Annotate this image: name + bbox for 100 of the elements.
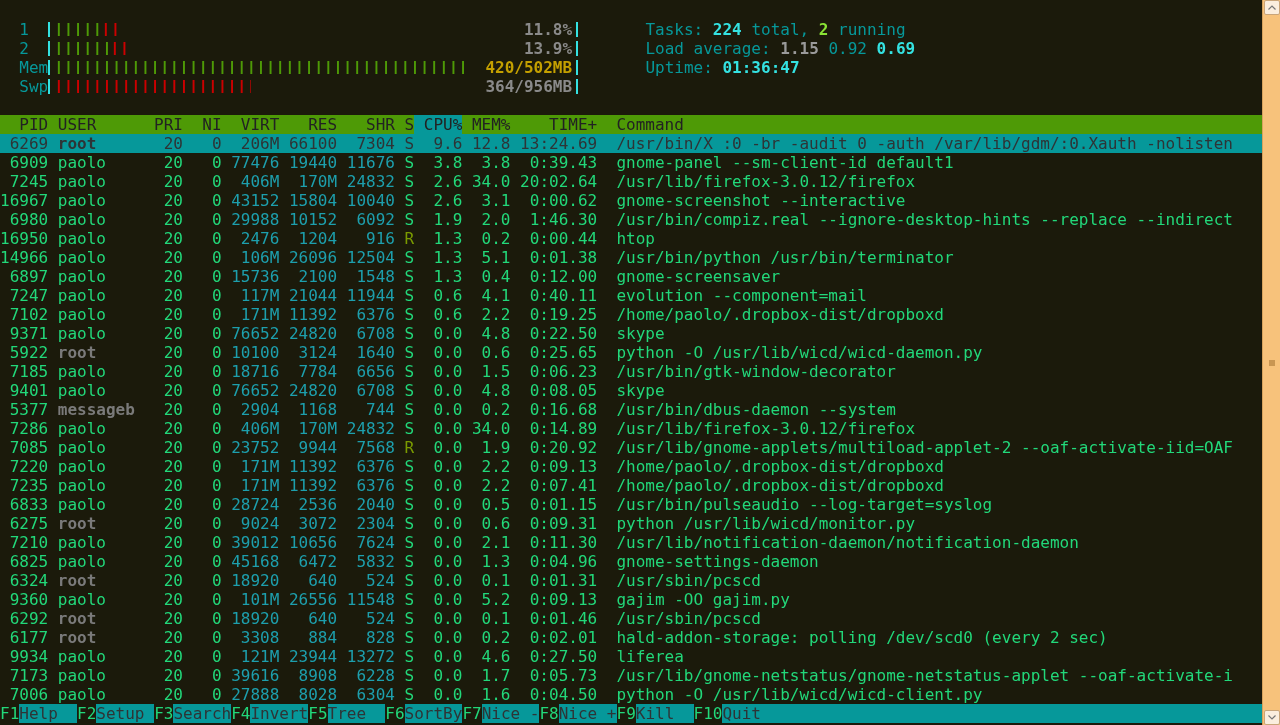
process-row[interactable]: 6897 paolo 20 0 15736 2100 1548 S 1.3 0.4 0:12.00 gnome-screensaver <box>0 267 1262 286</box>
table-cell-text: 6324 <box>8 571 49 590</box>
process-row[interactable]: 7286 paolo 20 0 406M 170M 24832 S 0.0 34.0 0:14.89 /usr/lib/firefox-3.0.12/firefox <box>0 419 1262 438</box>
process-row[interactable]: 6833 paolo 20 0 28724 2536 2040 S 0.0 0.5 0:01.15 /usr/bin/pulseaudio --log-target=syslog <box>0 495 1262 514</box>
process-row[interactable]: 6324 root 20 0 18920 640 524 S 0.0 0.1 0:01.31 /usr/sbin/pcscd <box>0 571 1262 590</box>
function-key: F1 <box>0 704 20 723</box>
table-cell: S <box>404 400 415 419</box>
function-button[interactable]: Quit <box>722 704 1262 723</box>
table-cell-text: 0 <box>210 419 222 438</box>
process-row[interactable]: 9360 paolo 20 0 101M 26556 11548 S 0.0 5.2 0:09.13 gajim -OO gajim.py <box>0 590 1262 609</box>
function-key: F5 <box>308 704 328 723</box>
process-row[interactable]: 6275 root 20 0 9024 3072 2304 S 0.0 0.6 0:09.31 python /usr/lib/wicd/monitor.py <box>0 514 1262 533</box>
process-row[interactable]: 9401 paolo 20 0 76652 24820 6708 S 0.0 4.8 0:08.05 skype <box>0 381 1262 400</box>
table-cell-text: 19440 <box>287 153 338 172</box>
process-row[interactable]: 6909 paolo 20 0 77476 19440 11676 S 3.8 3.8 0:39.43 gnome-panel --sm-client-id default1 <box>0 153 1262 172</box>
function-button[interactable]: Nice + <box>558 704 617 723</box>
process-row[interactable]: 7220 paolo 20 0 171M 11392 6376 S 0.0 2.2 0:09.13 /home/paolo/.dropbox-dist/dropboxd <box>0 457 1262 476</box>
table-cell-text: 20 <box>162 514 183 533</box>
column-header[interactable]: NI <box>183 115 222 134</box>
tasks-label: Tasks: <box>645 20 704 39</box>
process-row[interactable]: 9934 paolo 20 0 121M 23944 13272 S 0.0 4.6 0:27.50 liferea <box>0 647 1262 666</box>
meter-label: 2 <box>19 39 30 58</box>
grip-icon[interactable] <box>1268 359 1275 366</box>
scrollbar[interactable] <box>1262 0 1280 725</box>
process-row[interactable]: 7006 paolo 20 0 27888 8028 6304 S 0.0 1.6 0:04.50 python -O /usr/lib/wicd/wicd-client.py <box>0 685 1262 704</box>
function-button[interactable]: Nice - <box>481 704 540 723</box>
column-header[interactable]: SHR <box>337 115 395 134</box>
table-cell-text: 2.2 <box>480 457 511 476</box>
table-cell-text: 0:09.13 <box>528 590 598 609</box>
function-button[interactable]: SortBy <box>404 704 463 723</box>
scroll-up-button[interactable] <box>1263 0 1280 15</box>
process-row[interactable]: 6269 root 20 0 206M 66100 7304 S 9.6 12.8 13:24.69 /usr/bin/X :0 -br -audit 0 -auth /var/lib/gdm/:0.Xauth -nolisten <box>0 134 1262 153</box>
table-cell-text: 39616 <box>230 666 280 685</box>
table-cell-text: 7304 <box>355 134 395 153</box>
table-cell-text: 20 <box>162 666 183 685</box>
table-cell-text: 0 <box>210 134 222 153</box>
table-cell-text: 7784 <box>297 362 338 381</box>
column-header[interactable]: TIME+ <box>510 115 598 134</box>
process-row[interactable]: 6980 paolo 20 0 29988 10152 6092 S 1.9 2.0 1:46.30 /usr/bin/compiz.real --ignore-desktop-hints --replace --indirect <box>0 210 1262 229</box>
process-row[interactable]: 6177 root 20 0 3308 884 828 S 0.0 0.2 0:02.01 hald-addon-storage: polling /dev/scd0 (every 2 sec) <box>0 628 1262 647</box>
table-cell-text: 0:04.50 <box>528 685 598 704</box>
table-cell-text: 2040 <box>355 495 395 514</box>
table-cell: S <box>404 210 415 229</box>
table-cell-text: 0.0 <box>432 514 463 533</box>
process-row[interactable]: 5922 root 20 0 10100 3124 1640 S 0.0 0.6 0:25.65 python -O /usr/lib/wicd/wicd-daemon.py <box>0 343 1262 362</box>
function-button[interactable]: Help <box>19 704 78 723</box>
function-key: F6 <box>385 704 405 723</box>
function-button[interactable]: Tree <box>327 704 386 723</box>
process-row[interactable]: 7085 paolo 20 0 23752 9944 7568 R 0.0 1.9 0:20.92 /usr/lib/gnome-applets/multiload-applet-2 --oaf-activate-iid=OAF <box>0 438 1262 457</box>
function-button[interactable]: Kill <box>635 704 694 723</box>
process-row[interactable]: 7210 paolo 20 0 39012 10656 7624 S 0.0 2.1 0:11.30 /usr/lib/notification-daemon/notification-daemon <box>0 533 1262 552</box>
table-cell-text: 3124 <box>297 343 338 362</box>
table-cell-text: 0.0 <box>432 362 463 381</box>
function-button[interactable]: Invert <box>250 704 309 723</box>
table-cell-text: paolo <box>57 552 107 571</box>
table-cell-text: 6092 <box>355 210 395 229</box>
table-cell-text: 171M <box>239 457 280 476</box>
column-header[interactable]: Command <box>616 115 684 134</box>
process-row[interactable]: 16967 paolo 20 0 43152 15804 10040 S 2.6 3.1 0:00.62 gnome-screenshot --interactive <box>0 191 1262 210</box>
table-cell-text: paolo <box>57 210 107 229</box>
column-header[interactable]: S <box>404 115 415 134</box>
process-row[interactable]: 7173 paolo 20 0 39616 8908 6228 S 0.0 1.7 0:05.73 /usr/lib/gnome-netstatus/gnome-netstatus-applet --oaf-activate-i <box>0 666 1262 685</box>
table-cell-text: paolo <box>57 533 107 552</box>
process-row[interactable]: 6292 root 20 0 18920 640 524 S 0.0 0.1 0:01.46 /usr/sbin/pcscd <box>0 609 1262 628</box>
table-cell-text: 20 <box>162 286 183 305</box>
table-cell-text: 7085 <box>8 438 49 457</box>
function-button[interactable]: Search <box>173 704 232 723</box>
table-cell-text: 7220 <box>8 457 49 476</box>
column-header[interactable]: PID <box>0 115 49 134</box>
scroll-down-button[interactable] <box>1263 710 1280 725</box>
process-row[interactable]: 16950 paolo 20 0 2476 1204 916 R 1.3 0.2 0:00.44 htop <box>0 229 1262 248</box>
table-cell-text: 9401 <box>8 381 49 400</box>
process-row[interactable]: 5377 messageb 20 0 2904 1168 744 S 0.0 0.2 0:16.68 /usr/bin/dbus-daemon --system <box>0 400 1262 419</box>
table-cell-text: 20 <box>162 438 183 457</box>
table-cell-text: 916 <box>365 229 395 248</box>
table-cell-text: paolo <box>57 590 107 609</box>
table-cell-text: 24820 <box>287 381 338 400</box>
process-row[interactable]: 9371 paolo 20 0 76652 24820 6708 S 0.0 4.8 0:22.50 skype <box>0 324 1262 343</box>
process-row[interactable]: 7235 paolo 20 0 171M 11392 6376 S 0.0 2.2 0:07.41 /home/paolo/.dropbox-dist/dropboxd <box>0 476 1262 495</box>
process-row[interactable]: 7102 paolo 20 0 171M 11392 6376 S 0.6 2.2 0:19.25 /home/paolo/.dropbox-dist/dropboxd <box>0 305 1262 324</box>
table-cell-text: 0.0 <box>432 647 463 666</box>
table-cell-text: 20 <box>162 381 183 400</box>
table-cell-text: 0:01.38 <box>528 248 598 267</box>
table-cell-text: 21044 <box>287 286 338 305</box>
process-row[interactable]: 14966 paolo 20 0 106M 26096 12504 S 1.3 5.1 0:01.38 /usr/bin/python /usr/bin/terminator <box>0 248 1262 267</box>
column-header[interactable]: MEM% <box>462 115 511 134</box>
table-cell-text: 1.3 <box>432 267 463 286</box>
process-row[interactable]: 7247 paolo 20 0 117M 21044 11944 S 0.6 4.1 0:40.11 evolution --component=mail <box>0 286 1262 305</box>
process-row[interactable]: 6825 paolo 20 0 45168 6472 5832 S 0.0 1.3 0:04.96 gnome-settings-daemon <box>0 552 1262 571</box>
column-header[interactable]: USER <box>57 115 145 134</box>
function-button[interactable]: Setup <box>96 704 155 723</box>
column-header[interactable]: RES <box>279 115 338 134</box>
column-header[interactable]: CPU% <box>414 115 463 134</box>
process-row[interactable]: 7245 paolo 20 0 406M 170M 24832 S 2.6 34.0 20:02.64 /usr/lib/firefox-3.0.12/firefox <box>0 172 1262 191</box>
table-cell-text: 2.2 <box>480 305 511 324</box>
column-header[interactable]: PRI <box>144 115 183 134</box>
column-header[interactable]: VIRT <box>221 115 280 134</box>
table-cell: /usr/lib/gnome-applets/multiload-applet-2 --oaf-activate-iid=OAF <box>616 438 1233 457</box>
table-cell-text: 0 <box>210 153 222 172</box>
process-row[interactable]: 7185 paolo 20 0 18716 7784 6656 S 0.0 1.5 0:06.23 /usr/bin/gtk-window-decorator <box>0 362 1262 381</box>
